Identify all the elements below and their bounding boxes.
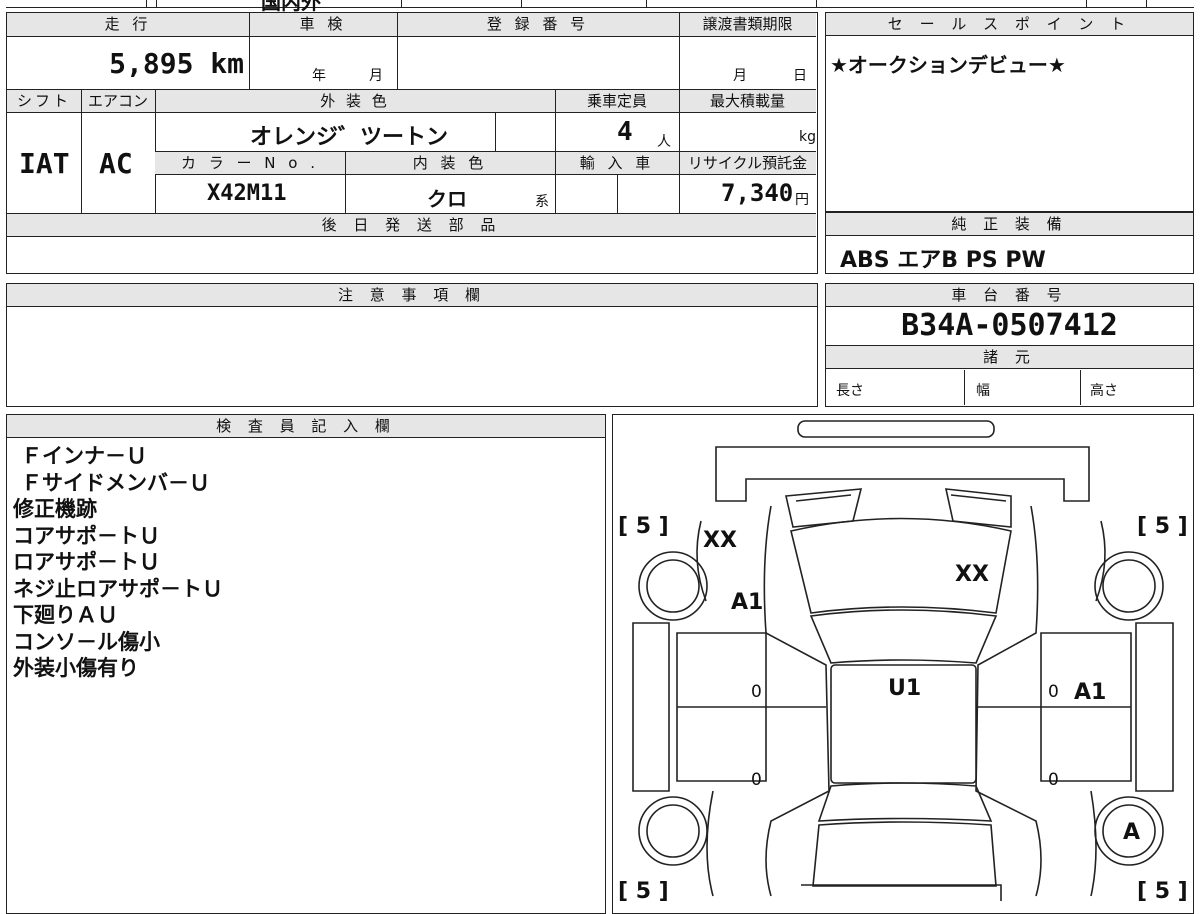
- shift-value: IAT: [19, 147, 70, 180]
- equipment-header: 純 正 装 備: [826, 212, 1193, 236]
- door-mark-fl: 0: [751, 682, 762, 702]
- top-strip: 国内外: [6, 0, 1194, 14]
- max-load-unit: kg: [799, 129, 816, 145]
- inspector-box: 検 査 員 記 入 欄 Ｆインナ－Ｕ Ｆサイドメンバ－Ｕ 修正機跡 コアサポ－ト…: [6, 414, 606, 914]
- height-label: 高さ: [1090, 383, 1118, 399]
- sales-point-header: セ ー ル ス ポ イ ン ト: [826, 13, 1193, 36]
- max-load-header: 最大積載量: [709, 92, 785, 110]
- aircon-header: エアコン: [87, 92, 148, 110]
- mark-left-a: A1: [731, 590, 763, 615]
- length-label: 長さ: [836, 383, 864, 399]
- door-mark-fr: 0: [1048, 682, 1059, 702]
- note-line: ロアサポ－トＵ: [13, 550, 160, 574]
- inspector-header: 検 査 員 記 入 欄: [7, 415, 605, 438]
- tire-mark-fl: [ 5 ]: [618, 514, 669, 539]
- mark-rear-right: A: [1123, 820, 1140, 845]
- deadline-header: 譲渡書類期限: [702, 15, 793, 33]
- recycle-header: リサイクル預託金: [687, 154, 808, 172]
- color-no-value: X42M11: [207, 181, 287, 206]
- exterior-color-header: 外 装 色: [320, 92, 390, 110]
- specs-header: 諸 元: [826, 345, 1193, 369]
- vehicle-info-table: 走 行 車 検 登 録 番 号 譲渡書類期限 5,895 km 年 月 月 日 …: [6, 12, 818, 274]
- capacity-header: 乗車定員: [586, 92, 647, 110]
- note-line: 下廻りＡＵ: [13, 603, 118, 627]
- deadline-month: 月: [733, 68, 747, 84]
- caution-header: 注 意 事 項 欄: [7, 284, 817, 307]
- interior-color-value: クロ: [427, 187, 467, 211]
- note-line: 外装小傷有り: [13, 656, 139, 680]
- aircon-value: AC: [99, 147, 133, 180]
- row1-header: 走 行 車 検 登 録 番 号 譲渡書類期限: [7, 13, 816, 37]
- sales-point-text: ★オークションデビュー★: [830, 53, 1066, 77]
- inspection-header: 車 検: [299, 15, 347, 33]
- inspection-year: 年: [312, 68, 326, 84]
- equipment-box: 純 正 装 備 ABS エアB PS PW: [825, 212, 1194, 274]
- car-diagram: [ 5 ] [ 5 ] [ 5 ] [ 5 ] XX XX A1 U1 A1 A…: [618, 420, 1188, 904]
- chassis-header: 車 台 番 号: [826, 284, 1193, 307]
- width-label: 幅: [976, 383, 990, 399]
- car-diagram-box: [ 5 ] [ 5 ] [ 5 ] [ 5 ] XX XX A1 U1 A1 A…: [612, 414, 1194, 914]
- caution-box: 注 意 事 項 欄: [6, 283, 818, 407]
- exterior-color-value: オレンジ゛ツートン: [250, 125, 449, 150]
- recycle-unit: 円: [795, 192, 809, 208]
- tire-mark-rr: [ 5 ]: [1137, 879, 1188, 904]
- inspector-notes: Ｆインナ－Ｕ Ｆサイドメンバ－Ｕ 修正機跡 コアサポ－トＵ ロアサポ－トＵ ネジ…: [13, 443, 223, 682]
- note-line: コアサポ－トＵ: [13, 523, 160, 548]
- note-line: Ｆサイドメンバ－Ｕ: [21, 470, 210, 495]
- color-no-header: カ ラ ー N o .: [180, 154, 319, 172]
- note-line: コンソ－ル傷小: [13, 629, 160, 654]
- equipment-text: ABS エアB PS PW: [840, 248, 1046, 273]
- capacity-value: 4: [617, 117, 633, 147]
- tire-mark-fr: [ 5 ]: [1137, 514, 1188, 539]
- note-line: Ｆインナ－Ｕ: [21, 444, 147, 468]
- door-mark-rr: 0: [1048, 770, 1059, 790]
- capacity-unit: 人: [657, 134, 671, 150]
- mileage-value: 5,895 km: [109, 47, 244, 80]
- tire-mark-rl: [ 5 ]: [618, 879, 669, 904]
- recycle-value: 7,340: [721, 179, 794, 207]
- inspection-month: 月: [369, 68, 383, 84]
- note-line: 修正機跡: [13, 497, 97, 521]
- mark-front-left-fender: XX: [703, 528, 737, 553]
- shift-header: シフト: [16, 92, 71, 110]
- mark-hood: XX: [955, 562, 989, 587]
- import-header: 輸 入 車: [579, 154, 655, 172]
- later-parts-header: 後 日 発 送 部 品: [321, 216, 502, 234]
- chassis-box: 車 台 番 号 B34A-0507412 諸 元 長さ 幅 高さ: [825, 283, 1194, 407]
- mark-right-a: A1: [1074, 680, 1106, 705]
- note-line: ネジ止ロアサポ－トＵ: [13, 576, 223, 601]
- door-mark-rl: 0: [751, 770, 762, 790]
- interior-suffix: 系: [535, 194, 549, 210]
- mark-roof: U1: [888, 676, 921, 701]
- sales-point-box: セ ー ル ス ポ イ ン ト ★オークションデビュー★: [825, 12, 1194, 212]
- registration-header: 登 録 番 号: [486, 15, 590, 33]
- chassis-number: B34A-0507412: [901, 308, 1118, 343]
- deadline-day: 日: [793, 68, 807, 84]
- mileage-header: 走 行: [104, 15, 152, 33]
- interior-color-header: 内 装 色: [412, 154, 488, 172]
